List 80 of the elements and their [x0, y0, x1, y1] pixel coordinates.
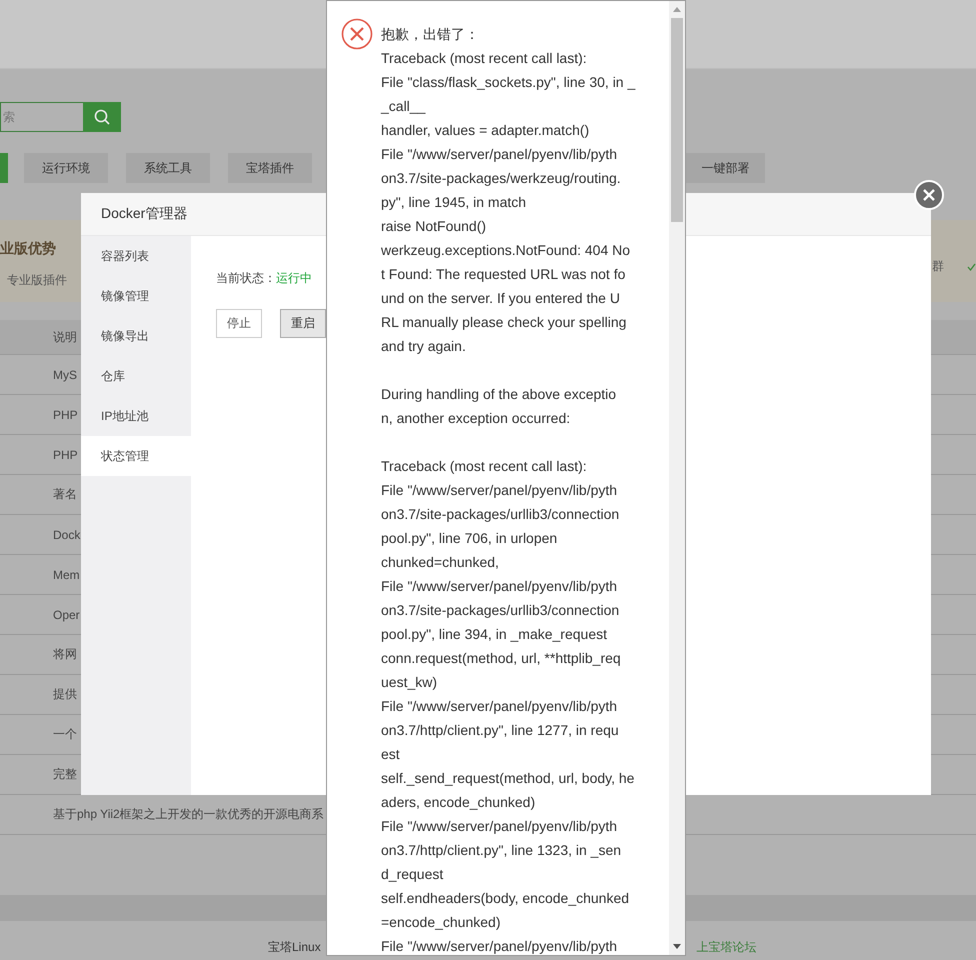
search-button[interactable]: [83, 102, 121, 132]
sidebar-item[interactable]: 镜像导出: [81, 316, 191, 356]
traceback-line: t Found: The requested URL was not fo: [381, 265, 626, 284]
sidebar-item[interactable]: 容器列表: [81, 236, 191, 276]
traceback-line: File "/www/server/panel/pyenv/lib/pyth: [381, 577, 618, 596]
traceback-line: =encode_chunked): [381, 913, 502, 932]
table-cell-text: 提供: [52, 686, 77, 703]
traceback-line: on3.7/site-packages/urllib3/connection: [381, 601, 620, 620]
table-cell-text: 将网: [52, 646, 77, 663]
traceback-line: File "class/flask_sockets.py", line 30, in _: [381, 73, 636, 92]
table-cell-text: 著名: [52, 486, 77, 503]
traceback-line: uest_kw): [381, 673, 438, 692]
traceback-line: self._send_request(method, url, body, he: [381, 769, 636, 788]
promo-text: 群: [932, 258, 944, 275]
search-icon: [94, 109, 110, 125]
table-cell-text: 基于php Yii2框架之上开发的一款优秀的开源电商系: [52, 806, 324, 823]
category-tab[interactable]: 宝塔插件: [228, 153, 312, 183]
traceback-line: File "/www/server/panel/pyenv/lib/pyth: [381, 937, 618, 956]
sidebar-item[interactable]: IP地址池: [81, 396, 191, 436]
search-field[interactable]: 索: [0, 102, 83, 132]
category-tab[interactable]: 系统工具: [126, 153, 210, 183]
traceback-line: File "/www/server/panel/pyenv/lib/pyth: [381, 817, 618, 836]
action-button[interactable]: 停止: [216, 309, 262, 338]
close-icon: [921, 187, 937, 203]
table-cell-text: Oper: [52, 608, 80, 622]
dialog-title: Docker管理器: [101, 205, 188, 223]
traceback-line: und on the server. If you entered the U: [381, 289, 621, 308]
traceback-line: File "/www/server/panel/pyenv/lib/pyth: [381, 481, 618, 500]
traceback-line: and try again.: [381, 337, 467, 356]
traceback-line: est: [381, 745, 401, 764]
scrollbar[interactable]: [669, 1, 685, 955]
sidebar-item[interactable]: 仓库: [81, 356, 191, 396]
column-header: 说明: [52, 328, 77, 346]
table-cell-text: 完整: [52, 766, 77, 783]
table-cell-text: MyS: [52, 368, 77, 382]
traceback-line: pool.py", line 394, in _make_request: [381, 625, 608, 644]
traceback-line: _call__: [381, 97, 426, 116]
error-icon: [341, 18, 373, 50]
traceback-line: py", line 1945, in match: [381, 193, 528, 212]
traceback-line: During handling of the above exceptio: [381, 385, 618, 404]
traceback-line: on3.7/site-packages/werkzeug/routing.: [381, 169, 622, 188]
status-value: 运行中: [276, 271, 312, 285]
traceback-line: n, another exception occurred:: [381, 409, 572, 428]
traceback-line: aders, encode_chunked): [381, 793, 536, 812]
traceback-line: on3.7/http/client.py", line 1323, in _sen: [381, 841, 622, 860]
footer-text: 宝塔Linux: [267, 938, 321, 956]
table-cell-text: PHP: [52, 408, 78, 422]
category-tab[interactable]: 一键部署: [686, 153, 765, 183]
close-button[interactable]: [914, 180, 944, 210]
traceback-line: raise NotFound(): [381, 217, 488, 236]
status-label: 当前状态：: [216, 271, 276, 285]
promo-title: 业版优势: [0, 240, 57, 258]
traceback-line: File "/www/server/panel/pyenv/lib/pyth: [381, 697, 618, 716]
sidebar-item[interactable]: 镜像管理: [81, 276, 191, 316]
scroll-up-icon[interactable]: [673, 7, 681, 12]
traceback-line: self.endheaders(body, encode_chunked: [381, 889, 630, 908]
category-tab[interactable]: 运行环境: [24, 153, 108, 183]
table-cell-text: Mem: [52, 568, 80, 582]
traceback-line: on3.7/site-packages/urllib3/connection: [381, 505, 620, 524]
traceback-line: Traceback (most recent call last):: [381, 49, 588, 68]
sidebar-item[interactable]: 状态管理: [81, 436, 191, 476]
traceback-line: on3.7/http/client.py", line 1277, in requ: [381, 721, 620, 740]
action-button[interactable]: 重启: [280, 309, 326, 338]
promo-tab[interactable]: 专业版插件: [0, 272, 67, 289]
table-cell-text: Dock: [52, 528, 80, 542]
check-icon: [967, 262, 976, 270]
traceback-line: handler, values = adapter.match(): [381, 121, 590, 140]
scrollbar-thumb[interactable]: [671, 18, 683, 222]
table-cell-text: PHP: [52, 448, 78, 462]
traceback-line: File "/www/server/panel/pyenv/lib/pyth: [381, 145, 618, 164]
traceback-line: Traceback (most recent call last):: [381, 457, 588, 476]
traceback-line: werkzeug.exceptions.NotFound: 404 No: [381, 241, 632, 260]
traceback-line: chunked=chunked,: [381, 553, 500, 572]
scroll-down-icon[interactable]: [673, 944, 681, 949]
traceback-line: conn.request(method, url, **httplib_req: [381, 649, 622, 668]
traceback-line: RL manually please check your spelling: [381, 313, 628, 332]
table-cell-text: 一个: [52, 726, 77, 743]
traceback-line: pool.py", line 706, in urlopen: [381, 529, 558, 548]
traceback-line: d_request: [381, 865, 444, 884]
error-title: 抱歉，出错了：: [381, 25, 480, 44]
